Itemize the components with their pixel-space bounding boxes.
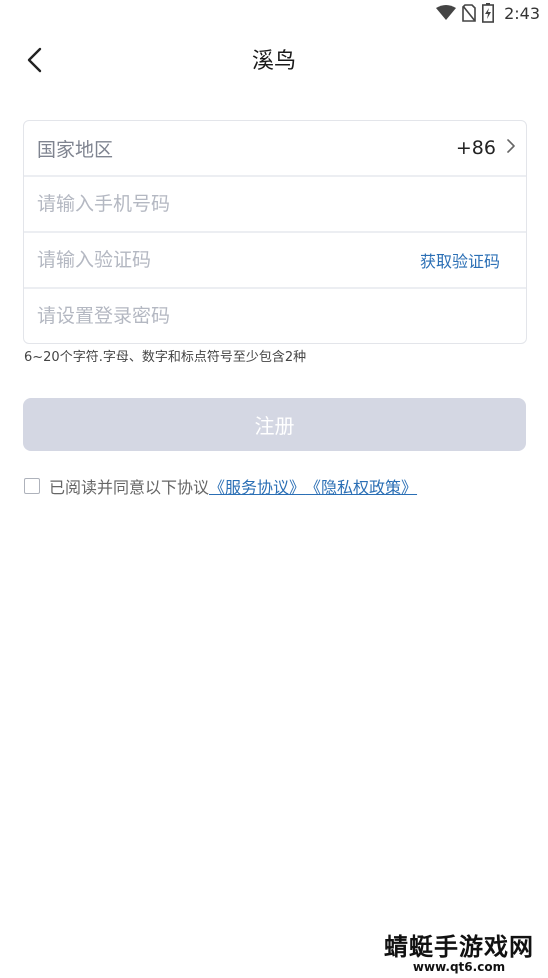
chevron-right-icon — [506, 138, 516, 158]
watermark-url: www.qt6.com — [412, 960, 506, 974]
country-selector[interactable]: 国家地区 +86 — [24, 121, 526, 177]
battery-icon — [482, 3, 495, 23]
header: 溪鸟 — [0, 36, 548, 88]
wifi-icon — [436, 5, 457, 21]
register-button[interactable]: 注册 — [23, 398, 526, 451]
password-hint: 6~20个字符.字母、数字和标点符号至少包含2种 — [24, 350, 307, 365]
verification-row: 获取验证码 — [24, 232, 526, 289]
privacy-policy-link[interactable]: 《隐私权政策》 — [305, 474, 417, 498]
country-label: 国家地区 — [37, 138, 114, 161]
agreement-row: 已阅读并同意以下协议 《服务协议》 《隐私权政策》 — [24, 474, 417, 498]
status-time: 2:43 — [504, 3, 540, 23]
status-bar: 2:43 — [0, 0, 548, 26]
no-sim-icon — [462, 4, 476, 22]
watermark-title: 蜻蜓手游戏网 — [384, 933, 534, 961]
phone-input[interactable] — [24, 176, 526, 232]
agreement-checkbox[interactable] — [24, 478, 40, 494]
get-code-button[interactable]: 获取验证码 — [420, 248, 500, 272]
country-code: +86 — [455, 137, 496, 159]
agreement-text: 已阅读并同意以下协议 — [49, 478, 210, 497]
phone-row — [24, 176, 526, 233]
password-input[interactable] — [24, 288, 526, 344]
watermark: 蜻蜓手游戏网 www.qt6.com — [384, 927, 534, 974]
page-title: 溪鸟 — [251, 49, 296, 74]
register-form: 国家地区 +86 获取验证码 — [23, 120, 527, 344]
service-agreement-link[interactable]: 《服务协议》 — [209, 474, 305, 498]
password-row — [24, 288, 526, 344]
